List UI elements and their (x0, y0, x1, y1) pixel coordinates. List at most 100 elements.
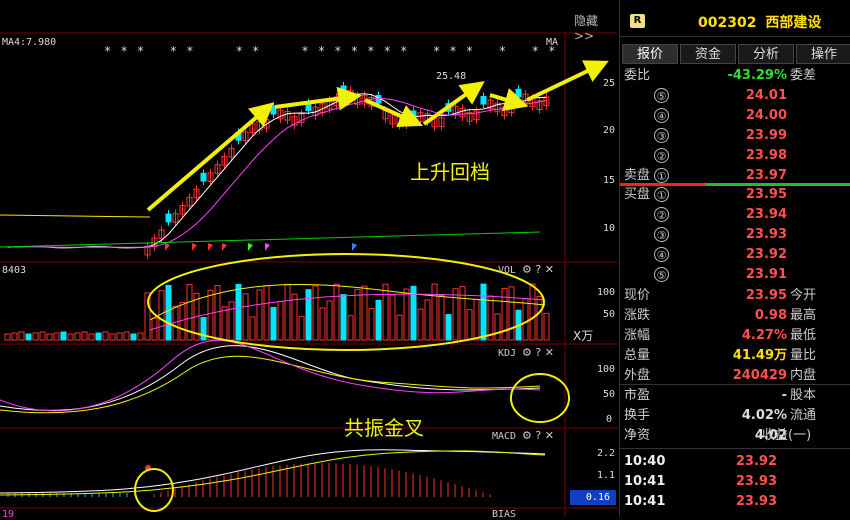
candle-body (165, 213, 172, 223)
macd-group (0, 449, 546, 497)
stat-label-2: 量比 (790, 348, 817, 363)
stat-value: 41.49万 (732, 348, 787, 363)
volume-bar (95, 332, 102, 341)
buy-order-row[interactable]: ④ 23.92 (624, 245, 849, 265)
stat-label-2: 收益(一) (762, 428, 812, 443)
peak-price-label: 25.48 (436, 71, 467, 82)
buy-order-row[interactable]: ⑤ 23.91 (624, 265, 849, 285)
price-tick-25: 25 (603, 78, 616, 89)
macd-title: MACD (492, 431, 517, 442)
vol-settings-icon[interactable]: ⚙ ? ✕ (522, 263, 554, 276)
stat-label: 涨幅 (624, 328, 651, 343)
candle-body (200, 172, 207, 182)
stat-row: 市盈 - 股本 (624, 386, 849, 406)
macd-settings-icon[interactable]: ⚙ ? ✕ (522, 429, 554, 442)
macd-tick-2-2: 2.2 (597, 448, 616, 459)
volume-bar (340, 294, 347, 341)
stock-code: 002302 (698, 15, 757, 31)
volume-bar (417, 308, 424, 341)
tick-time: 10:41 (624, 494, 666, 509)
annotation-pullback: 上升回档 (410, 160, 490, 184)
tick-time: 10:41 (624, 474, 666, 489)
kdj-settings-icon[interactable]: ⚙ ? ✕ (522, 346, 554, 359)
stat-row: 外盘 240429 内盘 (624, 366, 849, 386)
order-level: ② (654, 148, 669, 163)
stat-value: 23.95 (745, 288, 787, 303)
stat-value: 4.02% (741, 408, 787, 423)
buy-order-row[interactable]: 买盘 ① 23.95 (624, 185, 849, 205)
volume-bar (130, 333, 137, 341)
tick-price: 23.93 (735, 494, 777, 509)
stat-label-2: 股本 (790, 388, 817, 403)
kdj-tick-0: 0 (606, 414, 613, 425)
tab-trade[interactable]: 操作 (796, 44, 850, 64)
volume-bar (529, 283, 536, 341)
sell-order-row[interactable]: ④ 24.00 (624, 106, 849, 126)
volume-bar (508, 286, 515, 341)
volume-bar (158, 290, 165, 341)
ma-short-line (0, 214, 151, 218)
tick-price: 23.92 (735, 454, 777, 469)
volume-bar (445, 314, 452, 341)
buy-order-row[interactable]: ② 23.94 (624, 205, 849, 225)
trend-arrow (526, 60, 609, 102)
stat-value: - (781, 388, 787, 403)
trend-arrow (146, 102, 275, 212)
buy-order-row[interactable]: ③ 23.93 (624, 225, 849, 245)
volume-bar (67, 333, 74, 341)
volume-bar (4, 333, 11, 341)
vol-tick-50: 50 (603, 309, 616, 320)
volume-bar (11, 332, 18, 341)
volume-bar (354, 288, 361, 341)
bias-left-value: 19 (2, 509, 15, 520)
volume-bar (277, 300, 284, 341)
stat-label: 现价 (624, 288, 651, 303)
order-level: ④ (654, 108, 669, 123)
hide-panel-button[interactable]: 隐藏>> (574, 12, 612, 43)
stat-value: 4.27% (741, 328, 787, 343)
volume-bar (326, 300, 333, 341)
stat-label: 外盘 (624, 368, 651, 383)
stock-name: 西部建设 (765, 15, 822, 31)
quote-panel: R 002302 西部建设 报价 资金 分析 操作 委比 -43.29% 委差 … (619, 0, 850, 517)
volume-bar (480, 283, 487, 341)
buy-divider (705, 183, 850, 186)
stat-value: 0.98 (754, 308, 787, 323)
order-level: ① (654, 187, 669, 202)
ma-long-line (0, 231, 541, 248)
volume-bar (431, 283, 438, 341)
stat-label-2: 最低 (790, 328, 817, 343)
signal-flag (222, 243, 227, 251)
volume-bar (18, 331, 25, 341)
annotation-shapes-group (134, 253, 570, 512)
volume-bar (466, 309, 473, 341)
stat-label: 净资 (624, 428, 651, 443)
volume-bar (46, 333, 53, 341)
volume-bar (74, 332, 81, 341)
volume-bar (368, 308, 375, 341)
stat-label: 换手 (624, 408, 651, 423)
volume-bar (235, 283, 242, 341)
sell-order-row[interactable]: ③ 23.99 (624, 126, 849, 146)
signal-flag (165, 243, 170, 251)
volume-bar (536, 295, 543, 341)
volume-bar (116, 332, 123, 341)
tab-analysis[interactable]: 分析 (738, 44, 794, 64)
weibi-label: 委比 (624, 68, 651, 83)
kdj-highlight-circle (510, 373, 570, 423)
signal-flag (352, 243, 357, 251)
stat-value: 240429 (732, 368, 787, 383)
volume-bar (60, 331, 67, 341)
volume-bar (494, 313, 501, 341)
tab-quote[interactable]: 报价 (622, 44, 678, 64)
annotation-golden-cross: 共振金叉 (344, 416, 424, 440)
volume-bar (438, 294, 445, 341)
sell-order-row[interactable]: ⑤ 24.01 (624, 86, 849, 106)
bias-title: BIAS (492, 509, 517, 520)
sell-order-row[interactable]: ② 23.98 (624, 146, 849, 166)
volume-bar (473, 298, 480, 341)
tab-funds[interactable]: 资金 (680, 44, 736, 64)
chart-area[interactable]: 隐藏>> MA4:7.980 MA * * * * * * * * * * * … (0, 0, 618, 520)
order-level: ⑤ (654, 88, 669, 103)
volume-bar (263, 285, 270, 341)
